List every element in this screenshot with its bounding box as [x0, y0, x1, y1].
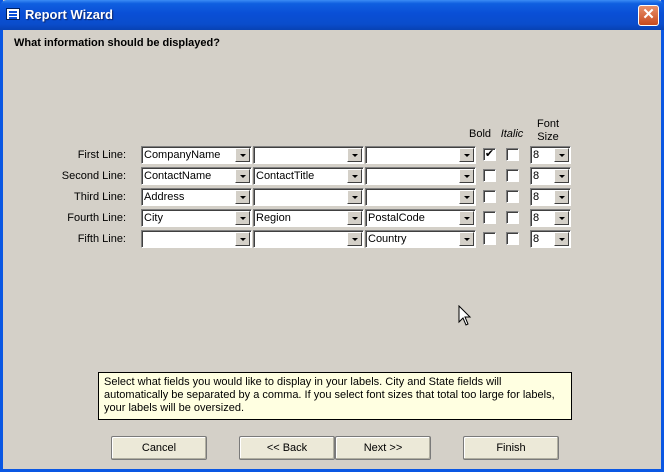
font-size-combo[interactable]: 8 [530, 167, 571, 185]
dropdown-arrow-icon[interactable] [554, 148, 569, 162]
font-size-value: 8 [533, 191, 540, 203]
dropdown-arrow-icon[interactable] [235, 232, 250, 246]
font-size-value: 8 [533, 233, 540, 245]
cancel-button[interactable]: Cancel [111, 436, 207, 460]
font-size-combo[interactable]: 8 [530, 209, 571, 227]
field-combo-value: ContactTitle [256, 170, 315, 182]
dropdown-arrow-icon[interactable] [554, 211, 569, 225]
dropdown-arrow-icon[interactable] [347, 211, 362, 225]
dropdown-arrow-icon[interactable] [235, 211, 250, 225]
close-button[interactable]: ✕ [638, 5, 659, 26]
field-combo-2[interactable] [253, 230, 364, 248]
field-combo-2[interactable]: Region [253, 209, 364, 227]
field-combo-value: PostalCode [368, 212, 425, 224]
field-combo-1[interactable]: Address [141, 188, 252, 206]
window-title: Report Wizard [25, 7, 113, 22]
dropdown-arrow-icon[interactable] [235, 169, 250, 183]
bold-checkbox[interactable] [483, 169, 496, 182]
bold-checkbox[interactable] [483, 232, 496, 245]
font-size-column-header: Font Size [536, 118, 559, 143]
finish-button[interactable]: Finish [463, 436, 559, 460]
field-combo-value: ContactName [144, 170, 212, 182]
dropdown-arrow-icon[interactable] [235, 190, 250, 204]
bold-column-header: Bold [468, 128, 492, 140]
line-label: Second Line: [61, 170, 126, 182]
field-combo-value: Address [144, 191, 185, 203]
line-label: First Line: [77, 149, 126, 161]
dropdown-arrow-icon[interactable] [235, 148, 250, 162]
report-wizard-icon [6, 8, 20, 20]
field-combo-1[interactable]: City [141, 209, 252, 227]
line-label: Fourth Line: [67, 212, 126, 224]
title-bar[interactable]: Report Wizard ✕ [0, 0, 664, 30]
field-combo-1[interactable] [141, 230, 252, 248]
font-size-combo[interactable]: 8 [530, 188, 571, 206]
field-combo-value: Region [256, 212, 291, 224]
dropdown-arrow-icon[interactable] [347, 232, 362, 246]
bold-checkbox[interactable]: ✔ [483, 148, 496, 161]
field-combo-value: Country [368, 233, 407, 245]
mouse-cursor-icon [458, 305, 472, 326]
dropdown-arrow-icon[interactable] [459, 211, 474, 225]
report-wizard-window: Report Wizard ✕ What information should … [0, 0, 664, 472]
dropdown-arrow-icon[interactable] [347, 148, 362, 162]
field-combo-value: City [144, 212, 163, 224]
dropdown-arrow-icon[interactable] [347, 190, 362, 204]
help-text-box: Select what fields you would like to dis… [98, 372, 572, 420]
font-size-combo[interactable]: 8 [530, 230, 571, 248]
font-size-value: 8 [533, 149, 540, 161]
dropdown-arrow-icon[interactable] [554, 232, 569, 246]
line-label: Third Line: [74, 191, 126, 203]
bold-checkbox[interactable] [483, 211, 496, 224]
field-combo-3[interactable] [365, 146, 476, 164]
field-combo-3[interactable]: PostalCode [365, 209, 476, 227]
dropdown-arrow-icon[interactable] [459, 148, 474, 162]
dropdown-arrow-icon[interactable] [459, 169, 474, 183]
italic-checkbox[interactable] [506, 190, 519, 203]
field-combo-2[interactable] [253, 146, 364, 164]
line-label: Fifth Line: [77, 233, 126, 245]
field-combo-2[interactable] [253, 188, 364, 206]
italic-checkbox[interactable] [506, 169, 519, 182]
italic-checkbox[interactable] [506, 148, 519, 161]
field-combo-3[interactable] [365, 167, 476, 185]
italic-checkbox[interactable] [506, 232, 519, 245]
back-button[interactable]: << Back [239, 436, 335, 460]
field-combo-3[interactable] [365, 188, 476, 206]
font-size-value: 8 [533, 170, 540, 182]
bold-checkbox[interactable] [483, 190, 496, 203]
field-combo-2[interactable]: ContactTitle [253, 167, 364, 185]
field-combo-1[interactable]: CompanyName [141, 146, 252, 164]
dropdown-arrow-icon[interactable] [347, 169, 362, 183]
dropdown-arrow-icon[interactable] [459, 232, 474, 246]
dropdown-arrow-icon[interactable] [554, 169, 569, 183]
field-combo-value: CompanyName [144, 149, 221, 161]
italic-column-header: Italic [500, 128, 524, 140]
next-button[interactable]: Next >> [335, 436, 431, 460]
font-size-value: 8 [533, 212, 540, 224]
question-heading: What information should be displayed? [14, 37, 220, 49]
dropdown-arrow-icon[interactable] [554, 190, 569, 204]
field-combo-1[interactable]: ContactName [141, 167, 252, 185]
dropdown-arrow-icon[interactable] [459, 190, 474, 204]
italic-checkbox[interactable] [506, 211, 519, 224]
font-size-combo[interactable]: 8 [530, 146, 571, 164]
field-combo-3[interactable]: Country [365, 230, 476, 248]
